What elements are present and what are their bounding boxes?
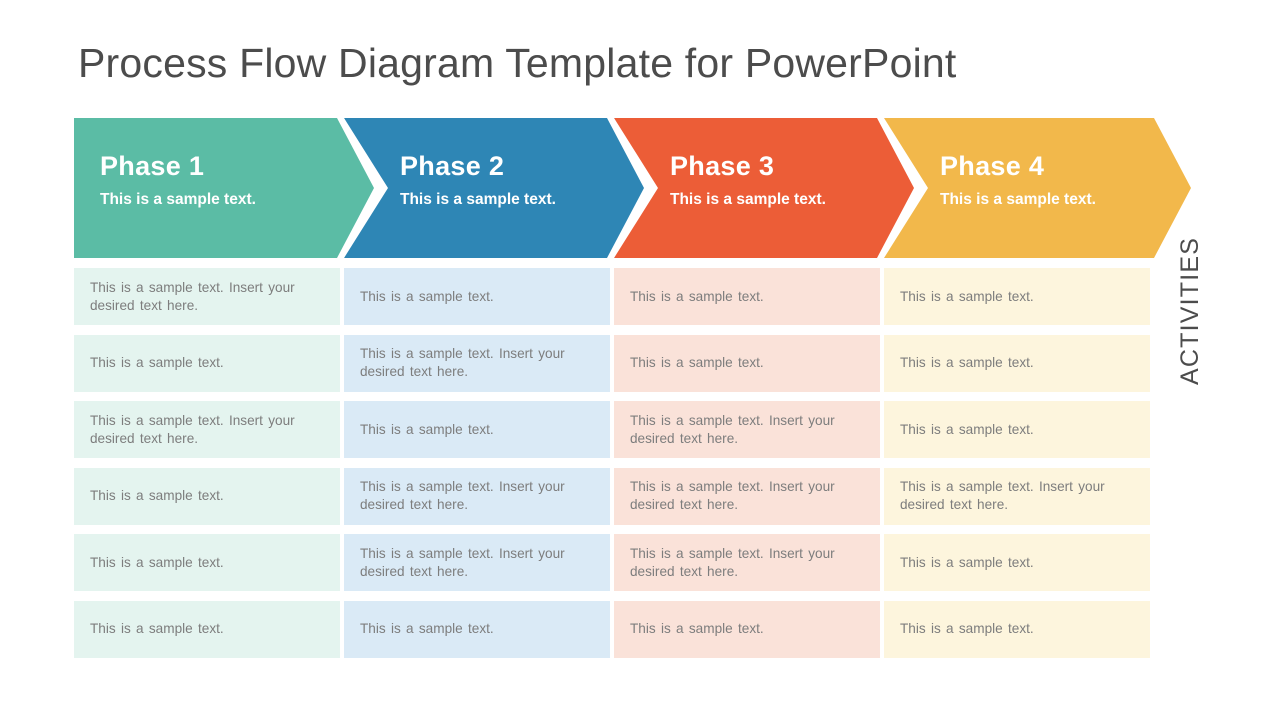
phase-title-4: Phase 4 <box>940 151 1045 181</box>
activity-cell[interactable]: This is a sample text. <box>884 268 1150 325</box>
activity-cell-text: This is a sample text. <box>900 554 1034 570</box>
activity-cell[interactable]: This is a sample text. Insert your desir… <box>344 334 610 392</box>
activity-cell-text: This is a sample text. Insert your desir… <box>630 479 835 512</box>
phase-chevron-text-4: Phase 4 This is a sample text. <box>940 151 1180 209</box>
activity-cell[interactable]: This is a sample text. Insert your desir… <box>344 534 610 591</box>
activity-cell-text: This is a sample text. Insert your desir… <box>360 479 565 512</box>
activity-cell[interactable]: This is a sample text. <box>74 534 340 591</box>
slide-canvas: Process Flow Diagram Template for PowerP… <box>0 0 1280 720</box>
activity-cell[interactable]: This is a sample text. <box>344 401 610 458</box>
activity-cell[interactable]: This is a sample text. <box>884 401 1150 458</box>
activity-cell-text: This is a sample text. <box>900 421 1034 437</box>
activity-cell-text: This is a sample text. <box>90 621 224 637</box>
activity-cell[interactable]: This is a sample text. <box>74 334 340 392</box>
activity-cell-text: This is a sample text. <box>630 621 764 637</box>
activity-cell[interactable]: This is a sample text. Insert your desir… <box>344 467 610 525</box>
phase-title-3: Phase 3 <box>670 151 775 181</box>
activity-cell[interactable]: This is a sample text. Insert your desir… <box>614 534 880 591</box>
activity-column-3: This is a sample text. This is a sample t… <box>614 268 880 662</box>
activity-cell-text: This is a sample text. Insert your desir… <box>90 412 295 446</box>
activity-cell-text: This is a sample text. <box>630 288 764 304</box>
activity-cell[interactable]: This is a sample text. Insert your desir… <box>614 467 880 525</box>
activity-cell[interactable]: This is a sample text. <box>884 334 1150 392</box>
activity-cell-text: This is a sample text. Insert your desir… <box>360 545 565 579</box>
activity-cell-text: This is a sample text. <box>360 421 494 437</box>
phase-chevron-1[interactable]: Phase 1 This is a sample text. <box>74 118 381 258</box>
activity-cell-text: This is a sample text. <box>900 621 1034 637</box>
activities-side-label: ACTIVITIES <box>1176 236 1204 385</box>
activity-cell-text: This is a sample text. Insert your desir… <box>900 479 1105 512</box>
activity-cell[interactable]: This is a sample text. <box>344 268 610 325</box>
phase-chevron-3[interactable]: Phase 3 This is a sample text. <box>614 118 921 258</box>
phase-chevron-text-3: Phase 3 This is a sample text. <box>670 151 910 209</box>
activity-cell-text: This is a sample text. Insert your desir… <box>360 346 565 379</box>
activity-cell[interactable]: This is a sample text. Insert your desir… <box>884 467 1150 525</box>
activity-cell-text: This is a sample text. Insert your desir… <box>630 412 835 446</box>
phase-chevron-text-2: Phase 2 This is a sample text. <box>400 151 640 209</box>
phase-subtitle-3: This is a sample text. <box>670 191 826 209</box>
activities-grid: This is a sample text. Insert your desir… <box>74 268 1170 662</box>
activity-cell-text: This is a sample text. Insert your desir… <box>630 545 835 579</box>
activity-cell-text: This is a sample text. <box>900 288 1034 304</box>
activity-cell[interactable]: This is a sample text. Insert your desir… <box>74 401 340 458</box>
activity-cell[interactable]: This is a sample text. <box>614 600 880 658</box>
activity-cell-text: This is a sample text. <box>90 554 224 570</box>
activity-column-4: This is a sample text. This is a sample t… <box>884 268 1150 662</box>
activity-cell-text: This is a sample text. <box>360 621 494 637</box>
phase-subtitle-2: This is a sample text. <box>400 191 556 209</box>
phase-subtitle-1: This is a sample text. <box>100 191 256 209</box>
phase-chevron-text-1: Phase 1 This is a sample text. <box>100 151 340 209</box>
activity-column-2: This is a sample text. This is a sample t… <box>344 268 610 662</box>
activity-cell[interactable]: This is a sample text. <box>344 600 610 658</box>
activity-cell[interactable]: This is a sample text. <box>74 467 340 525</box>
activity-cell[interactable]: This is a sample text. Insert your desir… <box>614 401 880 458</box>
activity-column-1: This is a sample text. Insert your desir… <box>74 268 340 662</box>
phase-title-1: Phase 1 <box>100 151 205 181</box>
activity-cell[interactable]: This is a sample text. Insert your desir… <box>74 268 340 325</box>
activity-cell[interactable]: This is a sample text. <box>614 268 880 325</box>
activity-cell[interactable]: This is a sample text. <box>884 534 1150 591</box>
activity-cell-text: This is a sample text. <box>360 288 494 304</box>
activity-cell-text: This is a sample text. Insert your desir… <box>90 279 295 313</box>
activity-cell[interactable]: This is a sample text. <box>74 600 340 658</box>
activity-cell[interactable]: This is a sample text. <box>614 334 880 392</box>
phase-subtitle-4: This is a sample text. <box>940 191 1096 209</box>
activity-cell-text: This is a sample text. <box>90 355 224 371</box>
page-title: Process Flow Diagram Template for PowerP… <box>78 40 957 86</box>
activity-cell-text: This is a sample text. <box>90 488 224 504</box>
phase-chevron-4[interactable]: Phase 4 This is a sample text. <box>884 118 1191 258</box>
phase-chevron-band: Phase 1 This is a sample text. Phase 2 This… <box>74 118 1220 258</box>
phase-title-2: Phase 2 <box>400 151 505 181</box>
activity-cell[interactable]: This is a sample text. <box>884 600 1150 658</box>
activity-cell-text: This is a sample text. <box>630 355 764 371</box>
phase-chevron-2[interactable]: Phase 2 This is a sample text. <box>344 118 651 258</box>
activity-cell-text: This is a sample text. <box>900 355 1034 371</box>
